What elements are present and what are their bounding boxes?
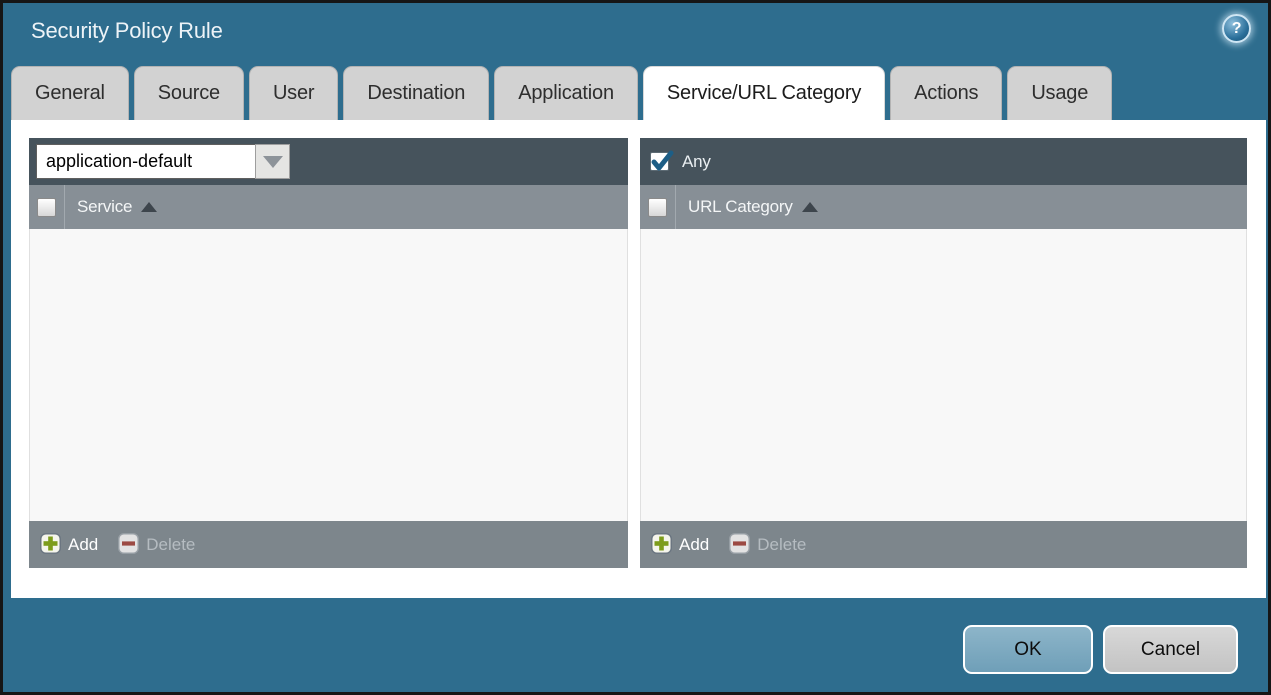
tab-application[interactable]: Application bbox=[494, 66, 638, 120]
plus-icon bbox=[40, 532, 61, 557]
tab-service-url-category[interactable]: Service/URL Category bbox=[642, 66, 886, 120]
any-checkbox[interactable] bbox=[650, 150, 674, 171]
any-label: Any bbox=[682, 151, 711, 171]
service-table-column-header: Service bbox=[29, 185, 628, 229]
tab-usage[interactable]: Usage bbox=[1007, 66, 1113, 120]
service-panel: Service Add bbox=[29, 138, 628, 568]
url-category-select-all-checkbox[interactable] bbox=[648, 197, 667, 217]
chevron-down-icon bbox=[262, 155, 283, 168]
tab-user[interactable]: User bbox=[248, 66, 339, 120]
url-category-table-column-header: URL Category bbox=[640, 185, 1247, 229]
tab-content-area: Service Add bbox=[11, 120, 1266, 598]
minus-icon bbox=[729, 532, 751, 557]
help-icon[interactable]: ? bbox=[1222, 14, 1251, 43]
url-category-column-label[interactable]: URL Category bbox=[688, 197, 793, 217]
minus-icon bbox=[118, 532, 140, 557]
tab-source[interactable]: Source bbox=[133, 66, 244, 120]
any-checkbox-row: Any bbox=[647, 150, 711, 172]
url-category-panel: Any URL Category Add Delete bbox=[640, 138, 1247, 568]
url-category-table-body[interactable] bbox=[640, 229, 1247, 521]
url-category-add-label: Add bbox=[679, 534, 710, 554]
url-category-select-all-cell bbox=[640, 185, 676, 229]
plus-icon bbox=[651, 532, 672, 557]
ok-button[interactable]: OK bbox=[963, 625, 1093, 674]
security-policy-rule-dialog: Security Policy Rule ? General Source Us… bbox=[0, 0, 1271, 695]
tab-destination[interactable]: Destination bbox=[343, 66, 490, 120]
sort-ascending-icon[interactable] bbox=[141, 202, 158, 212]
service-table-body[interactable] bbox=[29, 229, 628, 521]
service-column-label[interactable]: Service bbox=[77, 197, 132, 217]
cancel-button[interactable]: Cancel bbox=[1103, 625, 1238, 674]
help-icon-glyph: ? bbox=[1231, 19, 1242, 37]
service-delete-label: Delete bbox=[146, 534, 196, 554]
url-category-panel-header: Any bbox=[640, 138, 1247, 185]
service-type-dropdown-button[interactable] bbox=[255, 144, 290, 179]
service-type-dropdown-value[interactable] bbox=[36, 144, 255, 179]
service-select-all-cell bbox=[29, 185, 65, 229]
checkmark-icon bbox=[651, 150, 674, 171]
url-category-delete-button[interactable]: Delete bbox=[729, 532, 807, 557]
service-type-dropdown[interactable] bbox=[36, 144, 290, 179]
service-select-all-checkbox[interactable] bbox=[37, 197, 56, 217]
service-add-label: Add bbox=[68, 534, 99, 554]
dialog-title: Security Policy Rule bbox=[31, 18, 223, 43]
sort-ascending-icon[interactable] bbox=[801, 202, 818, 212]
tab-bar: General Source User Destination Applicat… bbox=[11, 66, 1113, 120]
service-panel-toolbar: Add Delete bbox=[29, 521, 628, 568]
service-panel-header bbox=[29, 138, 628, 185]
service-delete-button[interactable]: Delete bbox=[118, 532, 196, 557]
url-category-panel-toolbar: Add Delete bbox=[640, 521, 1247, 568]
tab-general[interactable]: General bbox=[11, 66, 129, 120]
tab-actions[interactable]: Actions bbox=[890, 66, 1003, 120]
service-add-button[interactable]: Add bbox=[40, 532, 99, 557]
url-category-add-button[interactable]: Add bbox=[651, 532, 710, 557]
url-category-delete-label: Delete bbox=[757, 534, 807, 554]
